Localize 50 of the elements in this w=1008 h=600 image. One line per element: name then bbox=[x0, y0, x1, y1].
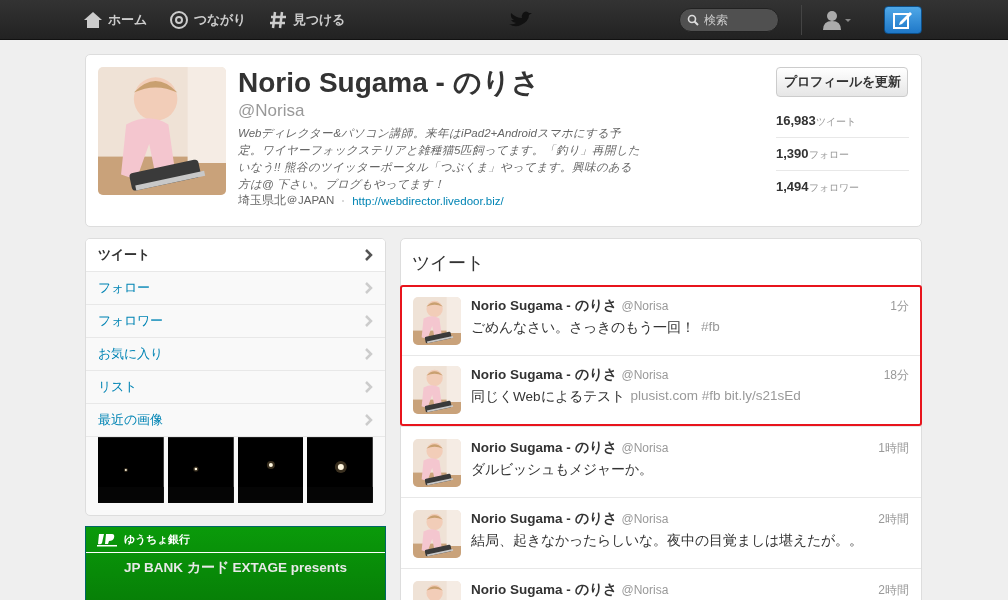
search-field[interactable]: 検索 bbox=[679, 7, 779, 32]
tweet-text: 同じくWebによるテスト bbox=[471, 388, 625, 406]
chevron-icon bbox=[365, 414, 373, 426]
nav-link[interactable]: つながり bbox=[169, 9, 246, 30]
nav-link[interactable]: ホーム bbox=[83, 9, 147, 30]
ad-banner[interactable]: ゆうちょ銀行 JP BANK カード EXTAGE presents bbox=[85, 526, 386, 600]
sidebar-item[interactable]: ツイート bbox=[86, 239, 385, 272]
tweet-links: plusist.com #fb bit.ly/s21sEd bbox=[630, 388, 801, 405]
tweet-text: ごめんなさい。さっきのもう一回！ bbox=[471, 319, 695, 337]
sidebar-item[interactable]: フォロー bbox=[86, 272, 385, 305]
bank-name: ゆうちょ銀行 bbox=[124, 532, 190, 547]
tweet-author[interactable]: Norio Sugama - のりさ bbox=[471, 510, 617, 528]
compose-icon bbox=[893, 10, 913, 29]
sidebar-item[interactable]: フォロワー bbox=[86, 305, 385, 338]
hash-icon bbox=[268, 9, 288, 30]
tweet-text: ダルビッシュもメジャーか。 bbox=[471, 461, 653, 479]
edit-profile-button[interactable]: プロフィールを更新 bbox=[776, 67, 908, 97]
tweet-author[interactable]: Norio Sugama - のりさ bbox=[471, 439, 617, 457]
user-menu-icon[interactable] bbox=[822, 9, 852, 30]
tweet-handle: @Norisa bbox=[621, 299, 669, 313]
compose-button[interactable] bbox=[884, 5, 922, 34]
chevron-icon bbox=[365, 249, 373, 261]
bank-logo-icon bbox=[96, 532, 118, 547]
profile-name: Norio Sugama - のりさ bbox=[238, 67, 541, 99]
profile-bio: Webディレクター&パソコン講師。来年はiPad2+Androidスマホにする予定。ワイヤーフォックステリアと雑種猫5匹飼ってます。「釣り」再開したいなう!! 熊谷のツイッターポータル「つぶくま」やってます。興味のある方は@ 下さい。ブログもやってます！ bbox=[238, 126, 642, 192]
chevron-icon bbox=[365, 348, 373, 360]
nav-link[interactable]: 見つける bbox=[268, 9, 345, 30]
tweet-author[interactable]: Norio Sugama - のりさ bbox=[471, 297, 617, 315]
home-icon bbox=[83, 9, 103, 30]
profile-handle: @Norisa bbox=[238, 101, 306, 121]
tweet-handle: @Norisa bbox=[621, 441, 669, 455]
sidebar-item[interactable]: お気に入り bbox=[86, 338, 385, 371]
profile-location: 埼玉県北＠JAPAN bbox=[238, 193, 335, 208]
tweet-text: 結局、起きなかったらしいな。夜中の目覚ましは堪えたが。。 bbox=[471, 532, 863, 550]
chevron-icon bbox=[365, 315, 373, 327]
ad-headline: JP BANK カード EXTAGE presents bbox=[122, 559, 349, 577]
profile-stat[interactable]: 1,494フォロワー bbox=[776, 171, 909, 203]
profile-link[interactable]: http://webdirector.livedoor.biz/ bbox=[352, 194, 504, 207]
tweet-author[interactable]: Norio Sugama - のりさ bbox=[471, 366, 617, 384]
tweet-handle: @Norisa bbox=[621, 583, 669, 597]
profile-stat[interactable]: 16,983ツイート bbox=[776, 105, 909, 138]
chevron-icon bbox=[365, 381, 373, 393]
tweet-author[interactable]: Norio Sugama - のりさ bbox=[471, 581, 617, 599]
tweet-handle: @Norisa bbox=[621, 368, 669, 382]
tweet-links: #fb bbox=[701, 319, 720, 336]
sidebar-item[interactable]: リスト bbox=[86, 371, 385, 404]
tweet-handle: @Norisa bbox=[621, 512, 669, 526]
timeline-title: ツイート bbox=[411, 252, 485, 275]
profile-stat[interactable]: 1,390フォロー bbox=[776, 138, 909, 171]
chevron-icon bbox=[365, 282, 373, 294]
